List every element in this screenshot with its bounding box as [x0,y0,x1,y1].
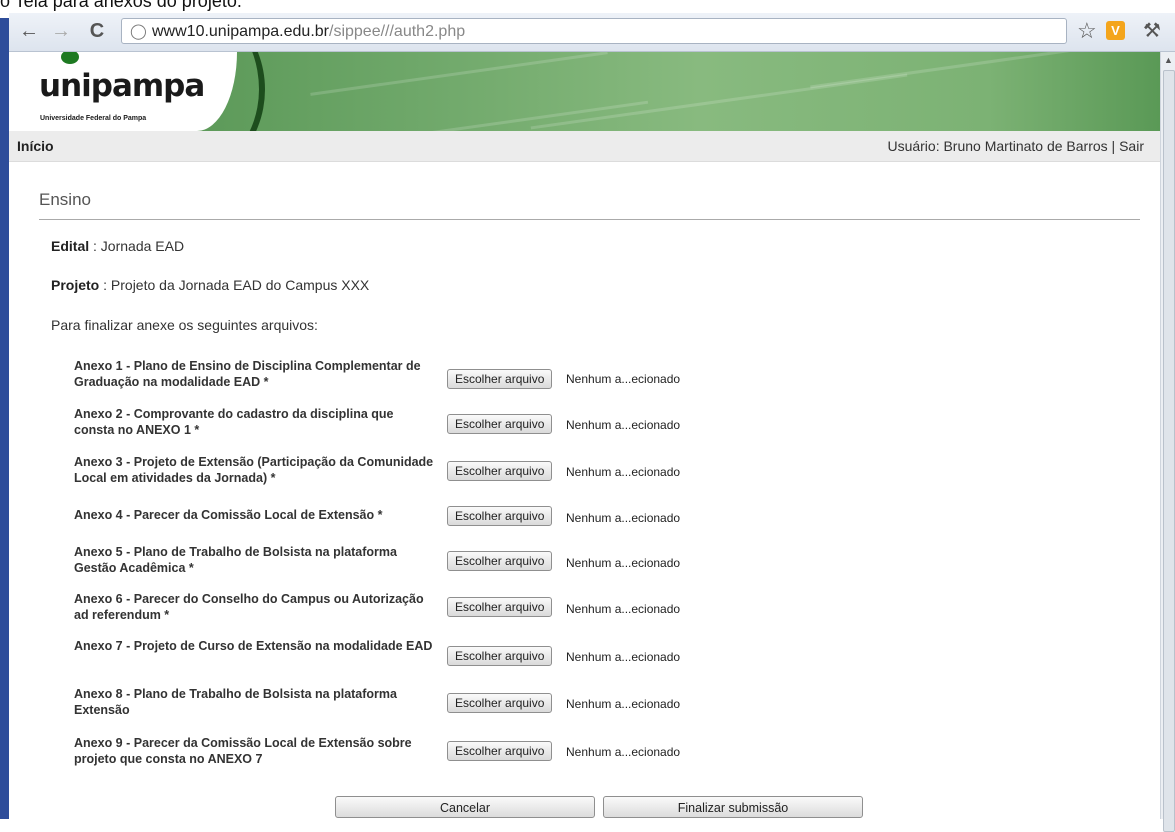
section-divider [39,219,1140,220]
banner-texture [310,52,608,96]
file-status-2: Nenhum a...ecionado [566,418,681,432]
file-status-4: Nenhum a...ecionado [566,511,681,525]
globe-icon: ◯ [130,23,147,40]
university-subtitle: Universidade Federal do Pampa [40,115,147,122]
choose-file-button-8[interactable]: Escolher arquivo [447,693,553,713]
url-host: www10.unipampa.edu.br [152,23,329,40]
logout-link[interactable]: Sair [1119,138,1144,154]
star-icon[interactable]: ☆ [1077,18,1097,44]
edital-line: Edital : Jornada EAD [51,238,184,254]
header-banner: unipampa Universidade Federal do Pampa [9,52,1160,131]
logo-dot-icon [61,52,79,64]
document-left-border [0,18,9,819]
edital-label: Edital [51,238,90,254]
choose-file-button-3[interactable]: Escolher arquivo [447,461,553,481]
choose-file-button-1[interactable]: Escolher arquivo [447,369,553,389]
browser-toolbar: ← → C ◯ www10.unipampa.edu.br/sippee///au… [9,13,1175,52]
projeto-line: Projeto : Projeto da Jornada EAD do Camp… [51,277,369,293]
projeto-label: Projeto [51,277,100,293]
annex-label-3: Anexo 3 - Projeto de Extensão (Participa… [74,455,434,485]
file-status-9: Nenhum a...ecionado [566,745,681,759]
choose-file-button-4[interactable]: Escolher arquivo [447,506,553,526]
file-status-1: Nenhum a...ecionado [566,372,681,386]
extension-icon[interactable]: V [1106,21,1125,40]
annex-label-8: Anexo 8 - Plano de Trabalho de Bolsista … [74,687,397,717]
annex-label-1: Anexo 1 - Plano de Ensino de Disciplina … [74,359,421,389]
annex-label-6: Anexo 6 - Parecer do Conselho do Campus … [74,592,424,622]
annex-label-2: Anexo 2 - Comprovante do cadastro da dis… [74,407,394,437]
choose-file-button-7[interactable]: Escolher arquivo [447,646,553,666]
web-page: unipampa Universidade Federal do Pampa I… [9,52,1160,819]
file-status-3: Nenhum a...ecionado [566,465,681,479]
instructions-text: Para finalizar anexe os seguintes arquiv… [51,317,318,333]
edital-value: : Jornada EAD [89,238,185,254]
annex-label-4: Anexo 4 - Parecer da Comissão Local de E… [74,508,383,522]
file-status-5: Nenhum a...ecionado [566,556,681,570]
back-arrow-icon[interactable]: ← [19,19,39,43]
annex-label-7: Anexo 7 - Projeto de Curso de Extensão n… [74,639,433,653]
page-scrollbar[interactable]: ▲ [1160,52,1175,832]
choose-file-button-2[interactable]: Escolher arquivo [447,414,553,434]
section-title: Ensino [39,190,91,209]
url-path: /sippee///auth2.php [329,23,466,40]
file-status-6: Nenhum a...ecionado [566,602,681,616]
wrench-icon[interactable]: ⚒ [1143,18,1161,43]
reload-icon[interactable]: C [87,19,107,43]
annex-label-5: Anexo 5 - Plano de Trabalho de Bolsista … [74,545,397,575]
logo-container: unipampa Universidade Federal do Pampa [9,52,237,131]
annex-label-9: Anexo 9 - Parecer da Comissão Local de E… [74,736,412,766]
scroll-up-icon[interactable]: ▲ [1161,52,1175,68]
user-info: Usuário: Bruno Martinato de Barros | Sai… [887,138,1144,154]
address-bar[interactable]: ◯ www10.unipampa.edu.br/sippee///auth2.ph… [121,18,1067,44]
forward-arrow-icon[interactable]: → [51,19,71,43]
choose-file-button-9[interactable]: Escolher arquivo [447,741,553,761]
scroll-thumb[interactable] [1163,70,1175,832]
projeto-value: : Projeto da Jornada EAD do Campus XXX [99,277,370,293]
file-status-8: Nenhum a...ecionado [566,697,681,711]
choose-file-button-5[interactable]: Escolher arquivo [447,551,553,571]
top-navigation: Início Usuário: Bruno Martinato de Barro… [9,131,1160,162]
university-logo: unipampa [39,68,205,104]
cancel-button[interactable]: Cancelar [335,796,595,818]
submit-button[interactable]: Finalizar submissão [603,796,863,818]
user-name: Usuário: Bruno Martinato de Barros | [887,138,1120,154]
choose-file-button-6[interactable]: Escolher arquivo [447,597,553,617]
document-caption: o Tela para anexos do projeto. [0,0,242,11]
home-link[interactable]: Início [17,138,54,154]
file-status-7: Nenhum a...ecionado [566,650,681,664]
